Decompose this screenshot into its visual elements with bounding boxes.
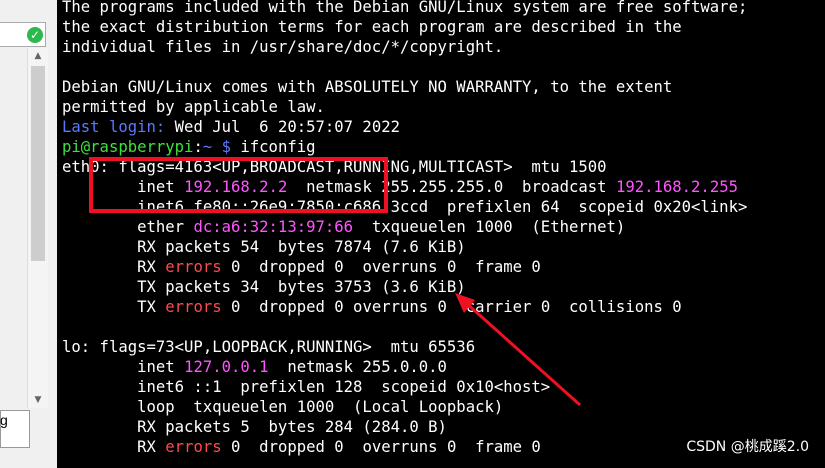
broadcast-address: 192.168.2.255 bbox=[615, 178, 738, 196]
ip-address: 192.168.2.2 bbox=[184, 178, 288, 196]
last-login-value: Wed Jul 6 20:57:07 2022 bbox=[165, 118, 400, 136]
prompt-user-host: pi@raspberrypi bbox=[62, 138, 194, 156]
line-text: 0 dropped 0 overruns 0 carrier 0 collisi… bbox=[221, 298, 682, 316]
terminal-line: the exact distribution terms for each pr… bbox=[62, 18, 682, 36]
terminal-output: The programs included with the Debian GN… bbox=[62, 0, 747, 457]
prompt-path: ~ $ bbox=[202, 138, 231, 156]
terminal-line: The programs included with the Debian GN… bbox=[62, 0, 748, 16]
terminal-line: loop txqueuelen 1000 (Local Loopback) bbox=[62, 398, 504, 416]
ip-address: 127.0.0.1 bbox=[184, 358, 269, 376]
vertical-scrollbar[interactable]: ▲ ▼ bbox=[27, 48, 48, 408]
terminal-line: RX errors 0 dropped 0 overruns 0 frame 0 bbox=[62, 438, 541, 456]
command-text: ifconfig bbox=[231, 138, 316, 156]
terminal-line: inet6 fe80::26e9:7850:c686:3ccd prefixle… bbox=[62, 198, 748, 216]
scroll-down-arrow-icon[interactable]: ▼ bbox=[28, 392, 48, 408]
mac-address: dc:a6:32:13:97:66 bbox=[193, 218, 354, 236]
left-side-panel: ✓ ▲ ▼ g bbox=[0, 0, 58, 468]
errors-label: errors bbox=[165, 438, 222, 456]
scrollbar-thumb[interactable] bbox=[31, 66, 45, 261]
terminal-line: TX packets 34 bytes 3753 (3.6 KiB) bbox=[62, 278, 466, 296]
terminal-line: lo: flags=73<UP,LOOPBACK,RUNNING> mtu 65… bbox=[62, 338, 476, 356]
line-text: RX bbox=[62, 438, 166, 456]
terminal-line: Last login: Wed Jul 6 20:57:07 2022 bbox=[62, 118, 400, 136]
terminal-line: permitted by applicable law. bbox=[62, 98, 325, 116]
watermark: CSDN @桃成蹊2.0 bbox=[686, 439, 809, 455]
line-text: 0 dropped 0 overruns 0 frame 0 bbox=[221, 438, 541, 456]
line-text: inet bbox=[62, 178, 185, 196]
prompt-separator: : bbox=[193, 138, 203, 156]
terminal-line: eth0: flags=4163<UP,BROADCAST,RUNNING,MU… bbox=[62, 158, 607, 176]
terminal-window[interactable]: The programs included with the Debian GN… bbox=[57, 0, 825, 468]
line-text: TX bbox=[62, 298, 166, 316]
last-login-label: Last login: bbox=[62, 118, 166, 136]
terminal-line: RX packets 54 bytes 7874 (7.6 KiB) bbox=[62, 238, 466, 256]
terminal-line: TX errors 0 dropped 0 overruns 0 carrier… bbox=[62, 298, 682, 316]
line-text: ether bbox=[62, 218, 194, 236]
left-panel-text-fragment: g bbox=[0, 412, 8, 428]
line-text: txqueuelen 1000 (Ethernet) bbox=[353, 218, 626, 236]
line-text: netmask 255.0.0.0 bbox=[268, 358, 447, 376]
line-text: 0 dropped 0 overruns 0 frame 0 bbox=[221, 258, 541, 276]
terminal-line: individual files in /usr/share/doc/*/cop… bbox=[62, 38, 504, 56]
terminal-line: RX errors 0 dropped 0 overruns 0 frame 0 bbox=[62, 258, 541, 276]
terminal-line: inet6 ::1 prefixlen 128 scopeid 0x10<hos… bbox=[62, 378, 551, 396]
errors-label: errors bbox=[165, 258, 222, 276]
terminal-line: Debian GNU/Linux comes with ABSOLUTELY N… bbox=[62, 78, 673, 96]
terminal-line: inet 127.0.0.1 netmask 255.0.0.0 bbox=[62, 358, 447, 376]
line-text: netmask 255.255.255.0 broadcast bbox=[287, 178, 616, 196]
terminal-line: RX packets 5 bytes 284 (284.0 B) bbox=[62, 418, 447, 436]
line-text: inet bbox=[62, 358, 185, 376]
check-circle-icon: ✓ bbox=[27, 27, 43, 43]
errors-label: errors bbox=[165, 298, 222, 316]
scroll-up-arrow-icon[interactable]: ▲ bbox=[28, 48, 48, 64]
terminal-line: ether dc:a6:32:13:97:66 txqueuelen 1000 … bbox=[62, 218, 625, 236]
line-text: RX bbox=[62, 258, 166, 276]
terminal-line: inet 192.168.2.2 netmask 255.255.255.0 b… bbox=[62, 178, 738, 196]
terminal-line: pi@raspberrypi:~ $ ifconfig bbox=[62, 138, 316, 156]
